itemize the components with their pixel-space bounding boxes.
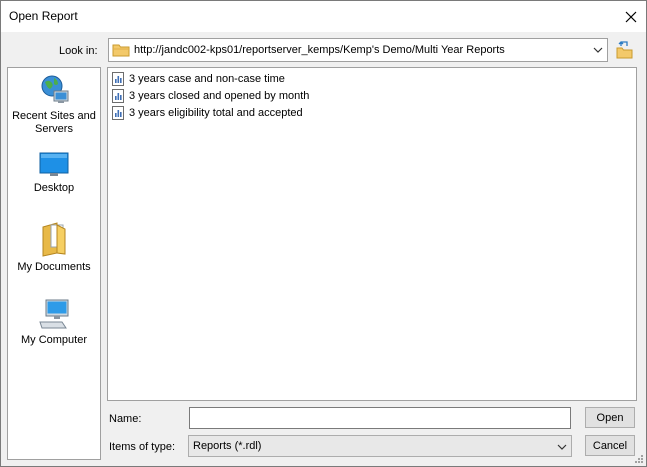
file-item[interactable]: 3 years eligibility total and accepted [112, 105, 303, 121]
place-label: Recent Sites and Servers [12, 110, 96, 135]
chevron-down-icon [557, 444, 566, 450]
place-label: My Documents [17, 261, 91, 273]
look-in-label: Look in: [59, 45, 98, 57]
items-of-type-dropdown-button[interactable] [553, 437, 570, 457]
folder-icon [112, 44, 130, 57]
resize-grip-icon[interactable] [634, 454, 644, 464]
file-item[interactable]: 3 years closed and opened by month [112, 88, 309, 104]
open-button[interactable]: Open [585, 407, 635, 428]
cancel-button[interactable]: Cancel [585, 435, 635, 456]
chevron-down-icon [593, 47, 602, 53]
file-item[interactable]: 3 years case and non-case time [112, 71, 285, 87]
name-label: Name: [109, 413, 142, 425]
close-icon [625, 11, 637, 22]
look-in-combobox[interactable]: http://jandc002-kps01/reportserver_kemps… [108, 38, 608, 62]
place-my-computer[interactable]: My Computer [8, 298, 100, 347]
globe-computer-icon [41, 75, 69, 103]
computer-icon [39, 299, 69, 329]
file-name: 3 years case and non-case time [129, 73, 285, 85]
up-one-level-button[interactable] [616, 41, 634, 62]
places-bar: Recent Sites and Servers Desktop My Docu… [7, 67, 101, 460]
place-my-documents[interactable]: My Documents [8, 221, 100, 274]
report-file-icon [112, 106, 124, 120]
dialog-title: Open Report [9, 9, 78, 23]
open-report-dialog: Open Report Look in: http://jandc002-kps… [0, 0, 647, 467]
place-label: Desktop [33, 182, 75, 194]
file-list[interactable]: 3 years case and non-case time 3 years c… [107, 67, 637, 401]
place-recent-sites[interactable]: Recent Sites and Servers [8, 74, 100, 136]
name-input[interactable] [189, 407, 571, 429]
look-in-dropdown-button[interactable] [589, 40, 606, 60]
report-file-icon [112, 89, 124, 103]
place-label: My Computer [20, 334, 88, 346]
report-file-icon [112, 72, 124, 86]
desktop-icon [39, 152, 69, 176]
documents-folder-icon [42, 222, 66, 257]
title-bar[interactable]: Open Report [1, 1, 646, 32]
close-button[interactable] [616, 1, 646, 32]
file-name: 3 years eligibility total and accepted [129, 107, 303, 119]
place-desktop[interactable]: Desktop [8, 152, 100, 195]
look-in-path: http://jandc002-kps01/reportserver_kemps… [134, 44, 505, 56]
file-name: 3 years closed and opened by month [129, 90, 310, 102]
items-of-type-select[interactable]: Reports (*.rdl) [188, 435, 572, 457]
up-folder-icon [616, 41, 633, 59]
items-of-type-value: Reports (*.rdl) [193, 440, 262, 452]
items-of-type-label: Items of type: [109, 441, 176, 453]
